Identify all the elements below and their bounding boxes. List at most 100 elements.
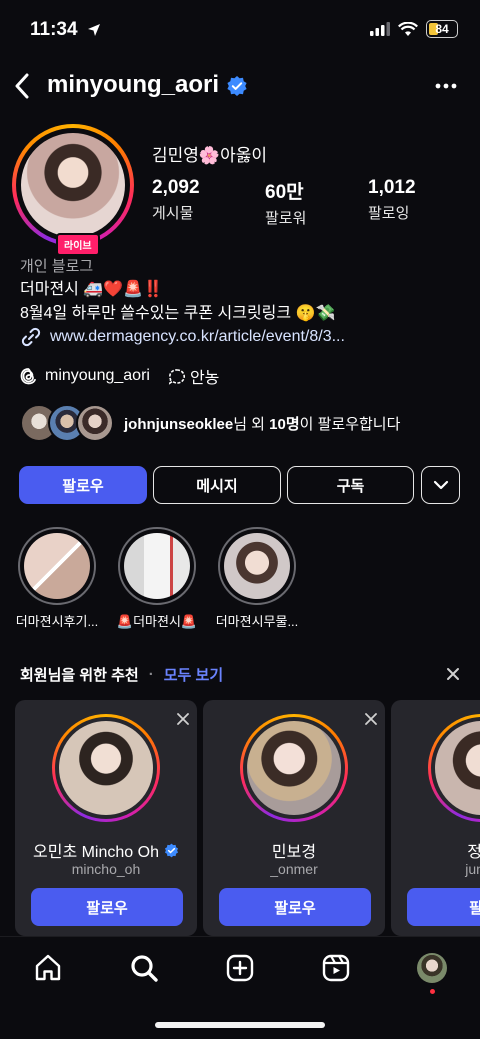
bio-line: 8월4일 하루만 쓸수있는 쿠폰 시크릿링크 🤫💸 [20,305,336,322]
plus-square-icon [226,954,254,982]
mutual-username: johnjunseoklee [124,415,234,433]
stat-value: 2,092 [152,177,200,198]
highlight-cover [24,533,90,599]
tab-home[interactable] [31,951,65,985]
search-icon [131,955,158,982]
story-highlight[interactable]: 더마젼시후기... [16,527,98,629]
stat-posts[interactable]: 2,092 게시물 [152,177,200,223]
chevron-left-icon [15,73,29,99]
suggestion-handle: mincho_oh [71,861,141,877]
live-badge: 라이브 [56,233,100,256]
stat-value: 60만 [265,182,304,203]
suggestion-card[interactable]: 오민초 Mincho Oh mincho_oh 팔로우 [15,700,197,936]
suggestion-follow-button[interactable]: 팔로 [407,888,480,926]
mutual-count: 10명 [269,415,300,433]
suggestion-name-text: 정상 [467,844,480,861]
threads-icon [20,368,36,385]
status-time: 11:34 [30,19,101,41]
suggestion-name: 정상 [391,838,480,862]
suggestions-header: 회원님을 위한 추천 · 모두 보기 [20,664,223,685]
display-name: 김민영🌸아옳이 [152,146,268,165]
see-all-link[interactable]: 모두 보기 [164,664,223,685]
suggestion-name: 민보경 [203,838,385,862]
tab-create[interactable] [223,951,257,985]
bio-link-text: www.dermagency.co.kr/article/event/8/3..… [50,328,345,345]
close-icon [365,713,377,725]
back-button[interactable] [8,68,36,104]
battery-level: 84 [435,22,449,36]
profile-tab-avatar [417,953,447,983]
threads-status: 안농 [168,364,219,388]
tab-profile[interactable] [415,951,449,994]
chat-bubble-icon [168,368,185,385]
stat-label: 게시물 [152,205,194,222]
profile-header: minyoung_aori [0,62,480,110]
page-title: minyoung_aori [47,71,220,98]
mutual-avatar [76,404,114,442]
suggestions-separator: · [148,666,154,683]
stat-following[interactable]: 1,012 팔로잉 [368,177,416,223]
suggestion-name-text: 오민초 Mincho Oh [33,844,159,861]
profile-category: 개인 블로그 [20,258,94,275]
stat-followers[interactable]: 60만 팔로워 [265,177,306,228]
highlight-cover [224,533,290,599]
dismiss-suggestion-button[interactable] [177,709,189,730]
reels-icon [322,954,350,982]
suggestion-photo [59,721,153,815]
suggestion-handle: jungs [465,861,480,877]
suggest-toggle-button[interactable] [421,466,460,504]
verified-badge-icon [164,843,179,857]
location-arrow-icon [87,23,100,36]
suggestion-avatar[interactable] [240,714,348,822]
suggestion-avatar[interactable] [52,714,160,822]
suggestion-name-text: 민보경 [271,844,317,861]
suggestion-card[interactable]: 민보경 _onmer 팔로우 [203,700,385,936]
close-icon [177,713,189,725]
more-options-button[interactable] [430,72,462,100]
close-suggestions-button[interactable] [446,664,460,687]
suggestion-photo [435,721,480,815]
avatar-photo [21,133,125,237]
suggestion-name: 오민초 Mincho Oh [15,838,197,862]
highlight-cover [124,533,190,599]
home-icon [35,954,61,981]
suggestion-photo [247,721,341,815]
suggestion-avatar[interactable] [428,714,480,822]
bio-line: 더마젼시 🚑❤️🚨‼️ [20,281,164,298]
follow-button[interactable]: 팔로우 [19,466,147,504]
suggestions-title: 회원님을 위한 추천 [20,667,139,684]
subscribe-button[interactable]: 구독 [287,466,414,504]
verified-badge-icon [227,76,247,96]
threads-handle: minyoung_aori [45,367,150,384]
threads-status-text: 안농 [189,370,220,387]
close-icon [447,668,459,680]
notification-dot [430,989,435,994]
story-highlight[interactable]: 🚨더마젼시🚨 [117,527,198,629]
threads-link[interactable]: minyoung_aori 안농 [20,364,219,388]
mutual-suffix: 이 팔로우합니다 [299,415,401,433]
dismiss-suggestion-button[interactable] [365,709,377,730]
suggestion-follow-button[interactable]: 팔로우 [31,888,183,926]
profile-avatar[interactable] [12,124,134,246]
chevron-down-icon [433,480,448,490]
more-dots-icon [435,83,457,89]
message-button[interactable]: 메시지 [153,466,281,504]
suggestion-follow-button[interactable]: 팔로우 [219,888,371,926]
bio-link[interactable]: www.dermagency.co.kr/article/event/8/3..… [20,326,345,348]
suggestion-handle: _onmer [270,861,318,877]
highlight-label: 더마젼시무물... [215,614,299,629]
link-icon [21,327,41,347]
battery-indicator: 84 [426,20,458,38]
home-indicator [155,1022,325,1028]
stat-label: 팔로워 [265,210,307,227]
tab-search[interactable] [127,951,161,985]
suggestion-card[interactable]: 정상 jungs 팔로 [391,700,480,936]
cellular-signal-icon [370,22,390,36]
status-icons: 84 [370,20,458,38]
mutual-followers-text: johnjunseoklee님 외 10명이 팔로우합니다 [124,413,400,434]
tab-reels[interactable] [319,951,353,985]
stat-label: 팔로잉 [368,205,410,222]
story-highlight[interactable]: 더마젼시무물... [216,527,298,629]
wifi-icon [398,21,418,36]
mutual-followers[interactable]: johnjunseoklee님 외 10명이 팔로우합니다 [20,404,400,442]
